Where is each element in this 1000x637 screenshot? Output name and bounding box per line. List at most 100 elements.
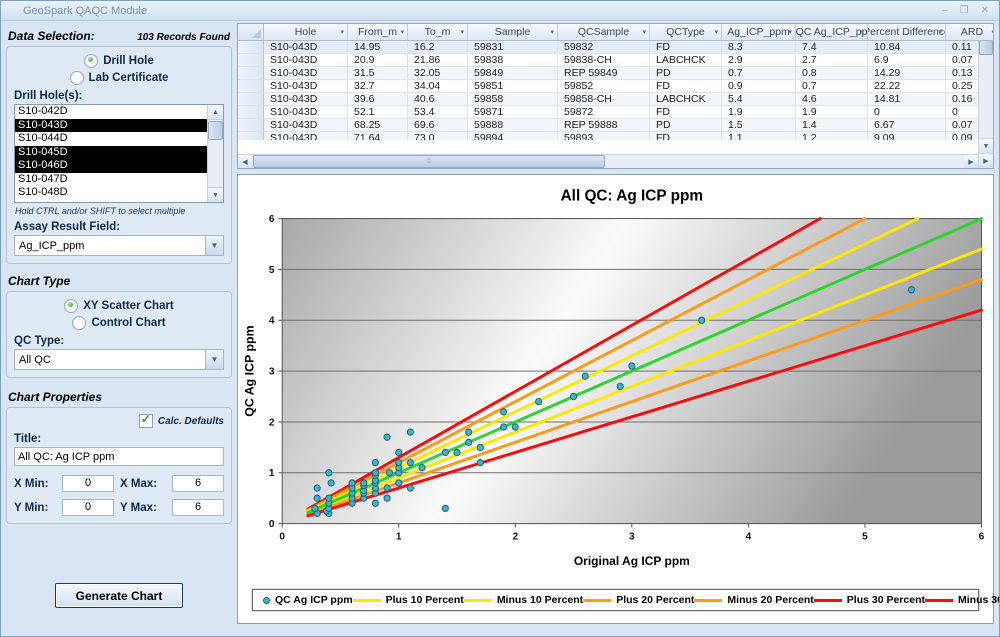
- legend-item: Minus 20 Percent: [694, 594, 813, 606]
- chart-title-input[interactable]: All QC: Ag ICP ppm: [14, 447, 224, 466]
- scatter-point: [908, 287, 914, 293]
- list-item[interactable]: S10-046D: [15, 159, 208, 173]
- column-header[interactable]: Percent Difference▾: [868, 24, 946, 41]
- y-max-input[interactable]: 6: [172, 499, 224, 516]
- radio-option[interactable]: Control Chart: [14, 314, 224, 331]
- table-cell: 59872: [558, 106, 650, 119]
- list-item[interactable]: S10-043D: [15, 119, 208, 133]
- grid-hscrollbar[interactable]: ◀ ⁞⁞ ▶: [238, 154, 978, 168]
- vscrollbar-thumb[interactable]: [979, 40, 993, 55]
- sort-dropdown-icon[interactable]: ▾: [991, 28, 994, 36]
- sort-dropdown-icon[interactable]: ▾: [788, 28, 792, 36]
- sort-dropdown-icon[interactable]: ▾: [550, 28, 554, 36]
- x-min-input[interactable]: 0: [62, 475, 114, 492]
- table-row[interactable]: S10-043D14.9516.25983159832FD8.37.410.84…: [238, 41, 978, 54]
- scroll-right-icon[interactable]: ▶: [964, 155, 978, 168]
- sort-dropdown-icon[interactable]: ▾: [460, 28, 464, 36]
- sort-dropdown-icon[interactable]: ▾: [400, 28, 404, 36]
- column-header[interactable]: Sample▾: [468, 24, 558, 41]
- scatter-point: [442, 449, 448, 455]
- sort-dropdown-icon[interactable]: ▾: [860, 28, 864, 36]
- sort-dropdown-icon[interactable]: ▾: [714, 28, 718, 36]
- row-selector[interactable]: [238, 106, 264, 119]
- radio-icon[interactable]: [72, 316, 86, 330]
- chart-type-header: Chart Type: [8, 274, 70, 288]
- list-item[interactable]: S10-047D: [15, 173, 208, 187]
- y-max-label: Y Max:: [120, 502, 166, 514]
- chevron-down-icon[interactable]: ▼: [205, 350, 223, 369]
- row-selector[interactable]: [238, 67, 264, 80]
- radio-icon[interactable]: [64, 299, 78, 313]
- table-row[interactable]: S10-043D32.734.045985159852FD0.90.722.22…: [238, 80, 978, 93]
- row-selector[interactable]: [238, 132, 264, 140]
- column-header[interactable]: To_m ▾: [408, 24, 468, 41]
- list-item[interactable]: S10-042D: [15, 105, 208, 119]
- table-row[interactable]: S10-043D52.153.45987159872FD1.91.900S: [238, 106, 978, 119]
- scatter-point: [407, 485, 413, 491]
- column-header-label: To_m: [425, 26, 451, 38]
- sort-dropdown-icon[interactable]: ▾: [938, 28, 942, 36]
- y-min-label: Y Min:: [14, 502, 56, 514]
- column-header[interactable]: From_m▾: [348, 24, 408, 41]
- scroll-right-icon[interactable]: ▶: [979, 153, 993, 168]
- column-header[interactable]: QC Ag_ICP_pp▾: [796, 24, 868, 41]
- radio-option[interactable]: Drill Hole: [14, 52, 224, 69]
- radio-icon[interactable]: [84, 54, 98, 68]
- radio-option[interactable]: Lab Certificate: [14, 69, 224, 86]
- scrollbar-thumb[interactable]: [208, 121, 223, 140]
- scatter-point: [314, 485, 320, 491]
- table-row[interactable]: S10-043D39.640.65985859858-CHLABCHCK5.44…: [238, 93, 978, 106]
- table-row[interactable]: S10-043D20.921.865983859838-CHLABCHCK2.9…: [238, 54, 978, 67]
- maximize-icon[interactable]: ❐: [960, 6, 969, 16]
- column-header[interactable]: ARD▾: [946, 24, 994, 41]
- legend-label: QC Ag ICP ppm: [275, 594, 353, 606]
- scroll-up-icon[interactable]: ▲: [208, 105, 223, 120]
- close-icon[interactable]: ✕: [981, 6, 989, 16]
- row-selector[interactable]: [238, 54, 264, 67]
- row-selector[interactable]: [238, 119, 264, 132]
- sort-dropdown-icon[interactable]: ▾: [340, 28, 344, 36]
- generate-chart-button[interactable]: Generate Chart: [55, 583, 183, 608]
- column-header[interactable]: QCType▾: [650, 24, 722, 41]
- sort-dropdown-icon[interactable]: ▾: [642, 28, 646, 36]
- column-header[interactable]: QCSample▾: [558, 24, 650, 41]
- radio-option[interactable]: XY Scatter Chart: [14, 297, 224, 314]
- table-cell: 34.04: [408, 80, 468, 93]
- column-header[interactable]: Hole▾: [264, 24, 348, 41]
- table-cell: 2.7: [796, 54, 868, 67]
- drill-hole-listbox[interactable]: S10-042DS10-043DS10-044DS10-045DS10-046D…: [14, 104, 224, 203]
- x-max-input[interactable]: 6: [172, 475, 224, 492]
- row-selector[interactable]: [238, 80, 264, 93]
- grid-vscrollbar[interactable]: ▲ ▼ ▶: [978, 24, 993, 168]
- table-row[interactable]: S10-043D31.532.0559849REP 59849PD0.70.81…: [238, 67, 978, 80]
- grid-header: Hole▾From_m▾To_m▾Sample▾QCSample▾QCType▾…: [238, 24, 978, 41]
- radio-icon[interactable]: [70, 71, 84, 85]
- table-cell: 68.25: [348, 119, 408, 132]
- table-cell: 59831: [468, 41, 558, 54]
- scatter-point: [419, 465, 425, 471]
- minimize-icon[interactable]: –: [942, 6, 948, 16]
- x-tick-label: 1: [396, 531, 402, 542]
- table-row[interactable]: S10-043D68.2569.659888REP 59888PD1.51.46…: [238, 119, 978, 132]
- table-cell: S10-043D: [264, 106, 348, 119]
- select-all-corner[interactable]: [238, 24, 264, 41]
- y-min-input[interactable]: 0: [62, 499, 114, 516]
- scroll-down-icon[interactable]: ▼: [979, 138, 993, 153]
- list-item[interactable]: S10-048D: [15, 186, 208, 200]
- qc-type-combobox[interactable]: All QC ▼: [14, 349, 224, 370]
- scroll-left-icon[interactable]: ◀: [238, 155, 252, 168]
- row-selector[interactable]: [238, 41, 264, 54]
- calc-defaults-checkbox[interactable]: [139, 414, 153, 428]
- table-row[interactable]: S10-043D71.6473.05989459893FD1.11.29.090…: [238, 132, 978, 140]
- table-cell: 59849: [468, 67, 558, 80]
- list-item[interactable]: S10-044D: [15, 132, 208, 146]
- hscrollbar-thumb[interactable]: ⁞⁞: [253, 155, 605, 168]
- row-selector[interactable]: [238, 93, 264, 106]
- assay-field-combobox[interactable]: Ag_ICP_ppm ▼: [14, 235, 224, 256]
- list-item[interactable]: S10-045D: [15, 146, 208, 160]
- table-cell: 14.29: [868, 67, 946, 80]
- column-header[interactable]: Ag_ICP_ppm▾: [722, 24, 796, 41]
- scroll-down-icon[interactable]: ▼: [208, 187, 223, 202]
- chevron-down-icon[interactable]: ▼: [205, 236, 223, 255]
- listbox-scrollbar[interactable]: ▲ ▼: [207, 105, 223, 202]
